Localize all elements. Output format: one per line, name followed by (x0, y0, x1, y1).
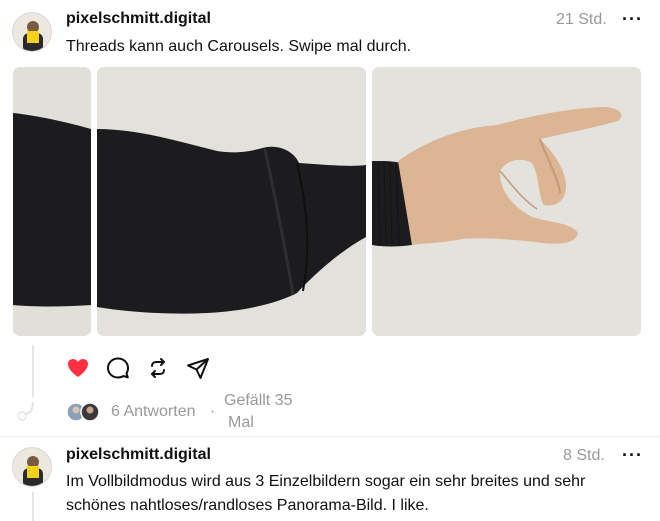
avatar[interactable] (12, 447, 52, 487)
stat-separator: · (210, 403, 216, 420)
avatar-image (13, 448, 51, 486)
reply-avatars-image (66, 402, 100, 422)
thread-curve-icon (17, 402, 34, 421)
replies-count[interactable]: 6 Antworten (111, 403, 196, 421)
likes-count-suffix[interactable]: Mal (228, 414, 254, 432)
more-icon[interactable]: ··· (622, 445, 643, 466)
likes-count[interactable]: Gefällt 35 (224, 392, 292, 410)
thread-line (32, 492, 34, 521)
sleeve-image (13, 67, 91, 336)
post-timestamp: 8 Std. (563, 447, 605, 464)
post-text: Im Vollbildmodus wird aus 3 Einzelbilder… (66, 473, 586, 514)
reply-avatars[interactable] (66, 402, 102, 422)
repost-icon[interactable] (146, 356, 170, 380)
post-username[interactable]: pixelschmitt.digital (66, 446, 211, 464)
heart-icon[interactable] (66, 356, 90, 380)
comment-icon[interactable] (106, 356, 130, 380)
image-carousel[interactable] (0, 0, 660, 345)
thread-line (32, 345, 34, 397)
hand-image (372, 67, 641, 336)
share-icon[interactable] (186, 356, 210, 380)
sleeve-image (97, 67, 366, 336)
carousel-image-2[interactable] (97, 67, 366, 336)
carousel-image-1[interactable] (13, 67, 91, 336)
carousel-image-3[interactable] (372, 67, 641, 336)
post-divider (0, 436, 660, 437)
